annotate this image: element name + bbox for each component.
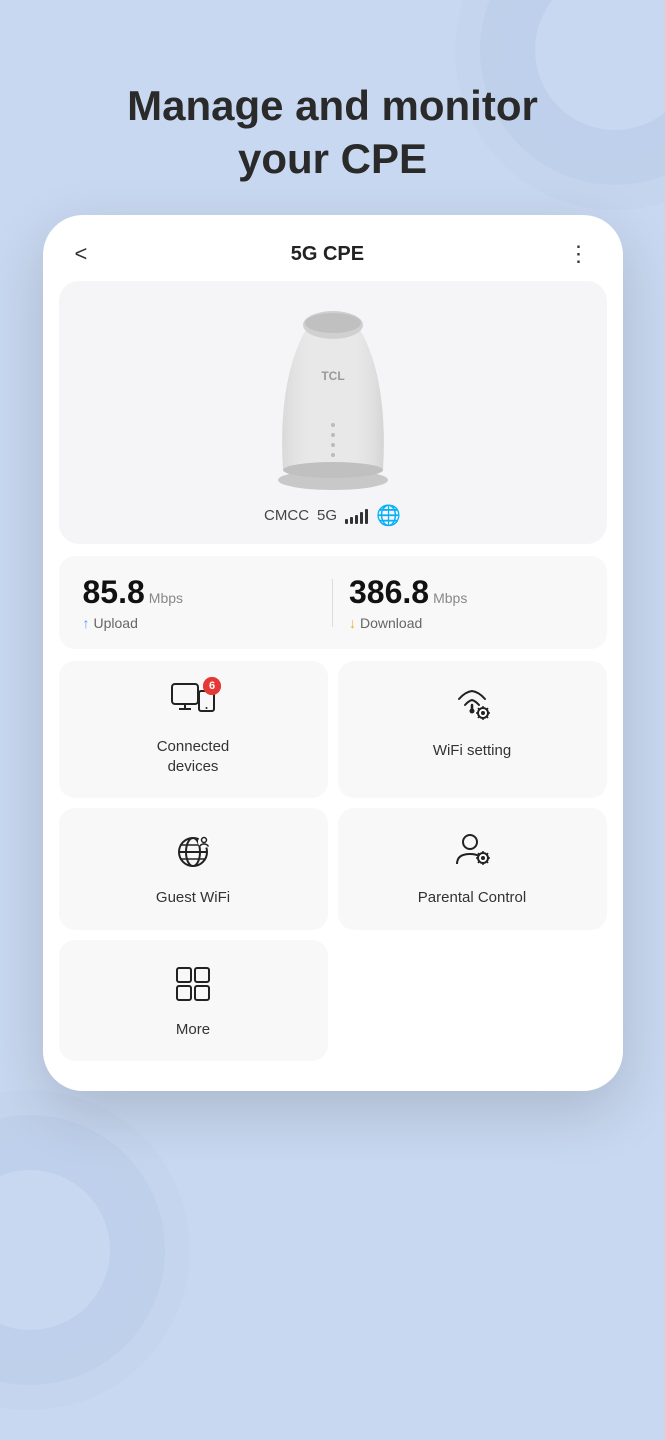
page-title: 5G CPE [291, 243, 364, 266]
device-image-area: TCL CMCC 5G [59, 281, 607, 544]
signal-info: CMCC 5G 🌐 [264, 503, 401, 528]
more-label: More [176, 1020, 210, 1040]
upload-stats: 85.8 Mbps ↑ Upload [83, 574, 317, 631]
back-button[interactable]: < [67, 237, 96, 271]
globe-icon: 🌐 [376, 503, 401, 528]
signal-bars-icon [345, 508, 368, 524]
guest-wifi-label: Guest WiFi [156, 888, 230, 908]
wifi-setting-label: WiFi setting [433, 741, 511, 761]
parental-control-icon [450, 830, 494, 878]
more-menu-button[interactable]: ⋮ [560, 237, 599, 271]
menu-grid: 6 6 Connecteddevices [59, 661, 607, 1061]
speed-divider [332, 579, 333, 627]
phone-header: < 5G CPE ⋮ [43, 215, 623, 281]
upload-value-display: 85.8 Mbps [83, 574, 317, 611]
upload-label: ↑ Upload [83, 615, 317, 631]
guest-wifi-icon [171, 830, 215, 878]
svg-text:TCL: TCL [321, 369, 344, 383]
phone-container: < 5G CPE ⋮ TCL [43, 215, 623, 1091]
wifi-setting-icon [450, 683, 494, 731]
speed-card: 85.8 Mbps ↑ Upload 386.8 Mbps ↓ Download [59, 556, 607, 649]
connected-devices-badge: 6 [203, 677, 221, 695]
more-icon [171, 962, 215, 1010]
menu-item-parental-control[interactable]: Parental Control [338, 808, 607, 930]
menu-item-connected-devices[interactable]: 6 6 Connecteddevices [59, 661, 328, 798]
bg-decoration-bottom-left [0, 1140, 140, 1360]
hero-section: Manage and monitor your CPE [0, 0, 665, 215]
parental-control-label: Parental Control [418, 888, 526, 908]
upload-arrow-icon: ↑ [83, 615, 90, 631]
menu-item-guest-wifi[interactable]: Guest WiFi [59, 808, 328, 930]
download-label: ↓ Download [349, 615, 583, 631]
download-stats: 386.8 Mbps ↓ Download [349, 574, 583, 631]
menu-item-wifi-setting[interactable]: WiFi setting [338, 661, 607, 798]
hero-title: Manage and monitor your CPE [0, 80, 665, 185]
carrier-label: CMCC [264, 507, 309, 524]
download-value-display: 386.8 Mbps [349, 574, 583, 611]
download-arrow-icon: ↓ [349, 615, 356, 631]
connected-devices-label: Connecteddevices [157, 737, 230, 776]
router-image: TCL [253, 305, 413, 495]
connected-devices-icon: 6 6 [171, 683, 215, 727]
menu-item-more[interactable]: More [59, 940, 328, 1062]
network-label: 5G [317, 507, 337, 524]
